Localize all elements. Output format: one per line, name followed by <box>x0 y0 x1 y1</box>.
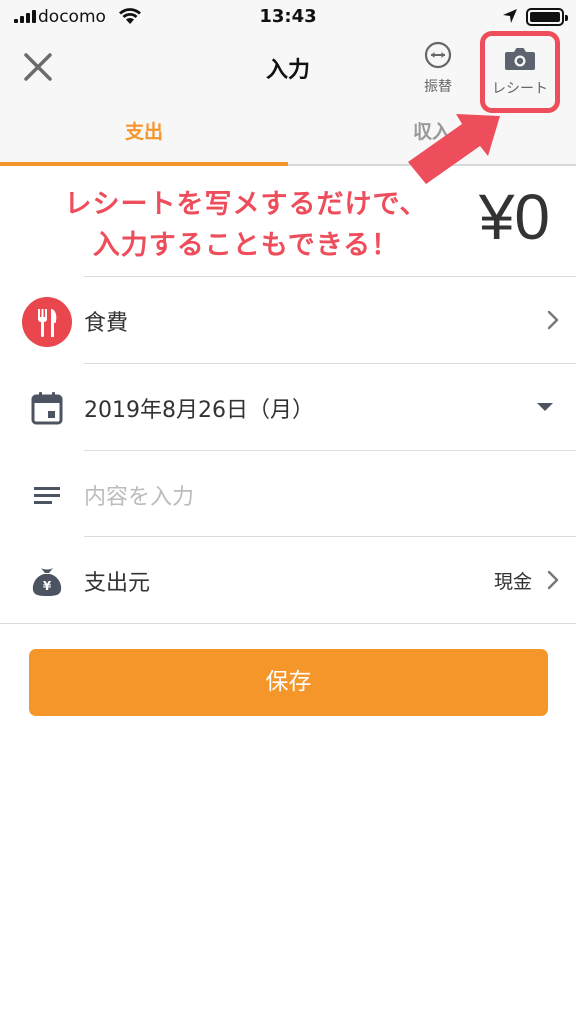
save-button[interactable]: 保存 <box>29 649 548 716</box>
location-icon <box>503 9 517 23</box>
active-tab-indicator <box>0 162 288 166</box>
nav-bar: 入力 振替 レシート <box>0 31 576 114</box>
money-bag-icon: ¥ <box>32 568 62 596</box>
memo-lines-icon <box>34 487 60 504</box>
category-icon-badge <box>22 297 72 347</box>
memo-row[interactable]: 内容を入力 <box>0 451 576 537</box>
caret-down-icon <box>537 403 553 411</box>
annotation-line-2: 入力することもできる！ <box>92 230 400 261</box>
annotation-arrow-icon <box>408 114 500 184</box>
category-value: 食費 <box>84 311 129 336</box>
transfer-button[interactable]: 振替 <box>414 40 462 96</box>
camera-icon <box>505 48 535 70</box>
calendar-icon <box>31 392 63 425</box>
receipt-button[interactable]: レシート <box>480 31 560 113</box>
battery-icon <box>526 8 568 26</box>
chevron-right-icon <box>547 570 559 590</box>
divider <box>0 623 576 624</box>
transfer-label: 振替 <box>424 79 452 95</box>
tab-expense[interactable]: 支出 <box>0 114 288 166</box>
date-row[interactable]: 2019年8月26日（月） <box>0 364 576 450</box>
amount-display[interactable]: ¥0 <box>479 180 550 254</box>
category-row[interactable]: 食費 <box>0 277 576 363</box>
fork-knife-icon <box>38 309 57 337</box>
annotation-text: レシートを写メするだけで、 入力することもできる！ <box>36 184 456 266</box>
source-row[interactable]: ¥ 支出元 現金 <box>0 537 576 623</box>
chevron-right-icon <box>547 310 559 330</box>
clock: 13:43 <box>259 6 317 27</box>
source-value: 現金 <box>493 571 532 593</box>
transfer-icon <box>424 41 452 69</box>
status-bar: docomo 13:43 <box>0 0 576 34</box>
receipt-label: レシート <box>492 81 548 97</box>
date-value: 2019年8月26日（月） <box>84 398 314 423</box>
memo-input[interactable]: 内容を入力 <box>84 479 194 511</box>
source-label: 支出元 <box>84 571 151 596</box>
annotation-line-1: レシートを写メするだけで、 <box>64 189 428 220</box>
svg-text:¥: ¥ <box>43 579 52 593</box>
